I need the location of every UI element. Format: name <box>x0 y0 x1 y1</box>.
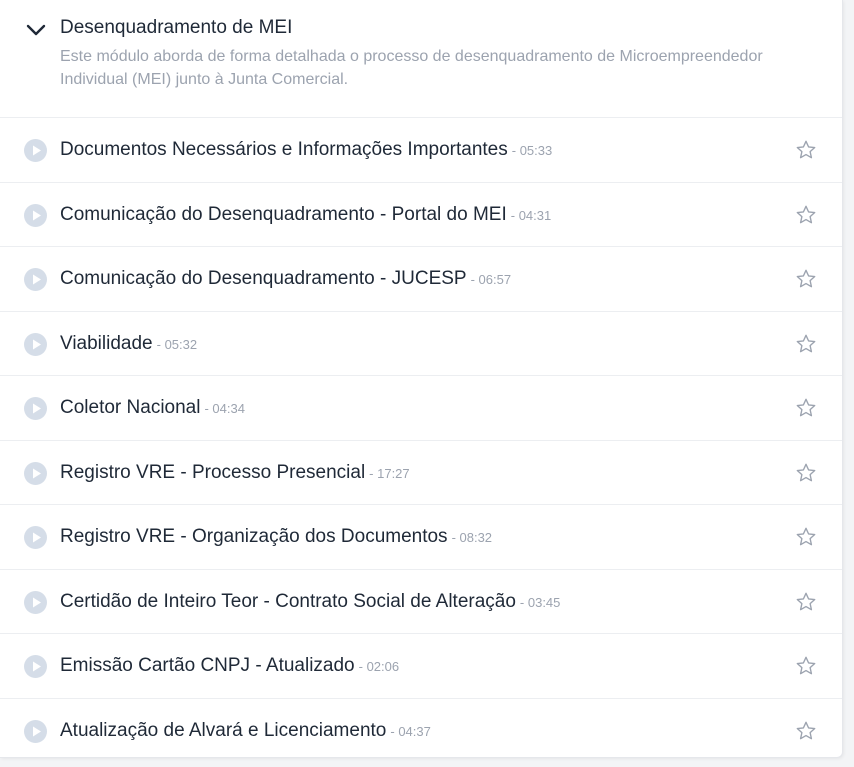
star-icon[interactable] <box>795 720 817 742</box>
module-title: Desenquadramento de MEI <box>60 17 293 38</box>
play-icon[interactable] <box>24 461 47 485</box>
chevron-down-icon[interactable] <box>25 19 47 41</box>
lesson-item[interactable]: Registro VRE - Processo Presencial - 17:2… <box>0 441 842 505</box>
lesson-list: Documentos Necessários e Informações Imp… <box>0 118 842 763</box>
lesson-item[interactable]: Comunicação do Desenquadramento - JUCESP… <box>0 247 842 312</box>
play-icon[interactable] <box>24 526 47 549</box>
lesson-duration: - 02:06 <box>358 659 400 674</box>
lesson-title[interactable]: Emissão Cartão CNPJ - Atualizado <box>60 655 355 676</box>
lesson-item[interactable]: Registro VRE - Organização dos Documento… <box>0 505 842 570</box>
play-icon[interactable] <box>24 139 47 162</box>
star-icon[interactable] <box>795 333 817 355</box>
lesson-duration: - 06:57 <box>470 272 512 287</box>
lesson-item[interactable]: Viabilidade - 05:32 <box>0 312 842 376</box>
star-icon[interactable] <box>795 526 817 548</box>
module-panel: Desenquadramento de MEI Este módulo abor… <box>0 0 843 758</box>
lesson-duration: - 05:32 <box>156 336 198 352</box>
play-icon[interactable] <box>24 268 47 291</box>
lesson-title[interactable]: Documentos Necessários e Informações Imp… <box>60 139 508 160</box>
lesson-title[interactable]: Registro VRE - Organização dos Documento… <box>60 526 448 547</box>
lesson-title[interactable]: Comunicação do Desenquadramento - Portal… <box>60 204 507 225</box>
lesson-duration: - 04:34 <box>204 401 245 416</box>
lesson-title[interactable]: Coletor Nacional <box>60 397 200 418</box>
lesson-title[interactable]: Comunicação do Desenquadramento - JUCESP <box>60 268 467 289</box>
lesson-title[interactable]: Atualização de Alvará e Licenciamento <box>60 720 386 741</box>
lesson-title[interactable]: Certidão de Inteiro Teor - Contrato Soci… <box>60 591 516 612</box>
lesson-item[interactable]: Comunicação do Desenquadramento - Portal… <box>0 183 842 247</box>
play-icon[interactable] <box>24 332 47 356</box>
play-icon[interactable] <box>24 590 47 614</box>
lesson-duration: - 04:31 <box>510 207 552 223</box>
module-header[interactable]: Desenquadramento de MEI Este módulo abor… <box>0 0 842 118</box>
lesson-title[interactable]: Registro VRE - Processo Presencial <box>60 462 365 483</box>
lesson-item[interactable]: Emissão Cartão CNPJ - Atualizado - 02:06 <box>0 634 842 699</box>
lesson-item[interactable]: Documentos Necessários e Informações Imp… <box>0 118 842 183</box>
star-icon[interactable] <box>795 204 817 226</box>
play-icon[interactable] <box>24 203 47 227</box>
play-icon[interactable] <box>24 719 47 743</box>
lesson-title[interactable]: Viabilidade <box>60 333 153 354</box>
star-icon[interactable] <box>795 397 817 419</box>
lesson-duration: - 17:27 <box>369 465 410 481</box>
lesson-item[interactable]: Certidão de Inteiro Teor - Contrato Soci… <box>0 570 842 634</box>
star-icon[interactable] <box>795 655 817 677</box>
lesson-item[interactable]: Coletor Nacional - 04:34 <box>0 376 842 441</box>
star-icon[interactable] <box>795 591 817 613</box>
lesson-duration: - 03:45 <box>519 594 561 610</box>
module-description: Este módulo aborda de forma detalhada o … <box>60 48 763 88</box>
star-icon[interactable] <box>795 268 817 290</box>
lesson-duration: - 04:37 <box>390 723 431 739</box>
play-icon[interactable] <box>24 655 47 678</box>
lesson-duration: - 08:32 <box>451 530 493 545</box>
lesson-duration: - 05:33 <box>511 143 553 158</box>
star-icon[interactable] <box>795 139 817 161</box>
play-icon[interactable] <box>24 397 47 420</box>
lesson-item[interactable]: Atualização de Alvará e Licenciamento - 0… <box>0 699 842 764</box>
star-icon[interactable] <box>795 462 817 484</box>
